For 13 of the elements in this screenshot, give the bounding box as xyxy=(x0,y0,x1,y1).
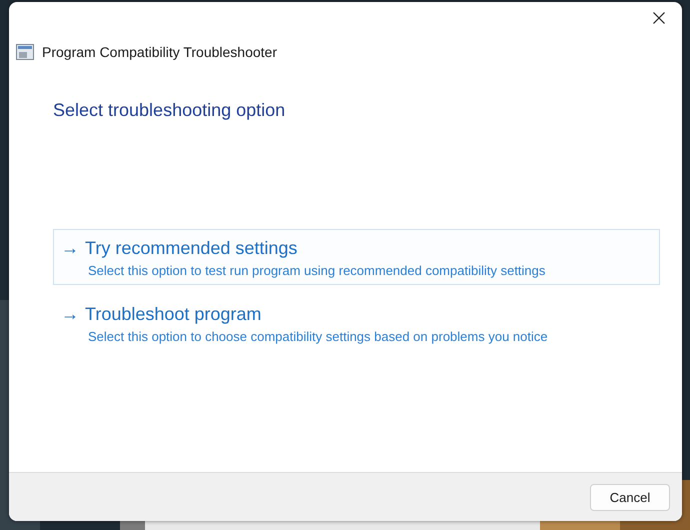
arrow-icon: → xyxy=(61,304,79,325)
page-heading: Select troubleshooting option xyxy=(53,100,286,121)
arrow-icon: → xyxy=(61,238,79,259)
cancel-button[interactable]: Cancel xyxy=(590,484,670,510)
option-link[interactable]: → Try recommended settings Select this option to test run program using recommended compatibility settings xyxy=(53,229,660,285)
option-link[interactable]: → Troubleshoot program Select this option to choose compatibility settings based on problems you notice xyxy=(53,295,660,351)
option-description: Select this option to choose compatibility settings based on problems you notice xyxy=(88,329,549,344)
option-description: Select this option to test run program using recommended compatibility settings xyxy=(88,263,546,278)
option-title: Troubleshoot program xyxy=(85,304,262,325)
close-icon xyxy=(653,12,665,24)
option-title: Try recommended settings xyxy=(85,238,298,259)
window-title: Program Compatibility Troubleshooter xyxy=(42,44,277,60)
app-icon xyxy=(16,44,34,60)
